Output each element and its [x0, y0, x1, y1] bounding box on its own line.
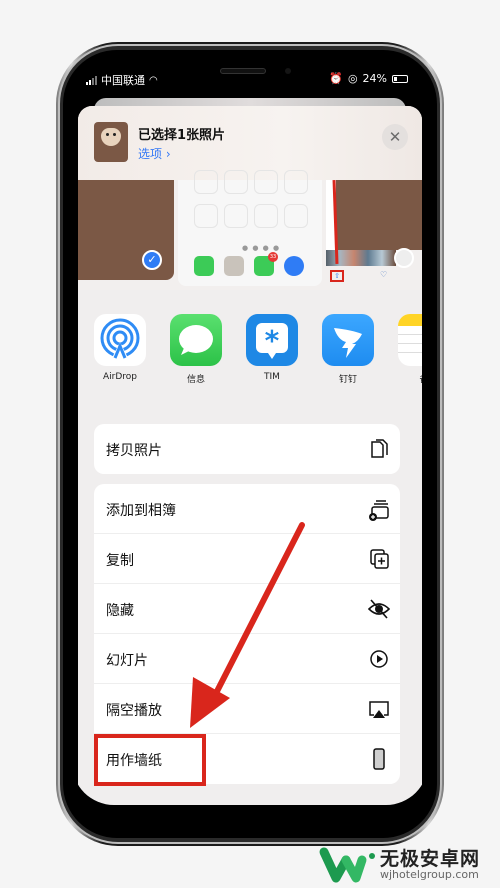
watermark-logo-icon [319, 847, 375, 883]
preview-homescreen-photo[interactable]: ● ● ● ● 33 [178, 170, 322, 286]
dingtalk-icon [322, 314, 374, 366]
watermark: 无极安卓网 wjhotelgroup.com [318, 838, 500, 888]
messages-icon [170, 314, 222, 366]
messages-badge: 33 [268, 252, 278, 262]
annotation-highlight-box [94, 734, 206, 786]
share-sheet: 已选择1张照片 选项 › ✕ ✓ ● ● ● ● 33 ⇧ ♡ AirDrop … [78, 106, 422, 805]
action-duplicate[interactable]: 复制 [94, 534, 400, 584]
action-label: 隔空播放 [106, 703, 162, 719]
tutorial-screenshot: 中国联通 ◠ ⏰ ◎ 24% 已选择1张照片 选项 › ✕ ✓ ● ● ● ● … [0, 0, 500, 888]
app-label: 信息 [186, 375, 205, 385]
action-slideshow[interactable]: 幻灯片 [94, 634, 400, 684]
share-icon[interactable]: ⇧ [330, 270, 344, 282]
notes-icon [398, 314, 422, 366]
front-camera [285, 68, 291, 74]
airplay-icon [369, 701, 389, 718]
share-app-tim[interactable]: * TIM [246, 314, 298, 382]
add-to-album-icon [369, 500, 389, 521]
heart-icon[interactable]: ♡ [380, 270, 387, 279]
action-airplay[interactable]: 隔空播放 [94, 684, 400, 734]
app-share-row: AirDrop 信息 * TIM 钉钉 [78, 302, 422, 402]
action-label: 复制 [106, 553, 134, 569]
hide-icon [368, 599, 390, 619]
carrier-label: 中国联通 [101, 74, 145, 87]
signal-icon [86, 75, 97, 85]
alarm-icon: ⏰ [329, 72, 343, 85]
contacts-app-icon [224, 256, 244, 276]
action-add-to-album[interactable]: 添加到相簿 [94, 484, 400, 534]
action-label: 添加到相簿 [106, 503, 176, 519]
share-app-dingtalk[interactable]: 钉钉 [322, 314, 374, 385]
selection-title: 已选择1张照片 [138, 128, 226, 143]
phone-app-icon [194, 256, 214, 276]
page-dots: ● ● ● ● [242, 244, 281, 252]
orientation-lock-icon: ◎ [347, 72, 358, 85]
action-hide[interactable]: 隐藏 [94, 584, 400, 634]
action-group-main: 添加到相簿 复制 隐藏 幻灯片 隔空播放 用作墙纸 [94, 484, 400, 786]
app-label: AirDrop [102, 372, 137, 382]
action-label: 幻灯片 [106, 653, 148, 669]
share-sheet-header: 已选择1张照片 选项 › ✕ [78, 106, 422, 180]
bear-icon [101, 128, 121, 146]
share-app-notes[interactable]: 备 [398, 314, 422, 385]
preview-photo-selected[interactable]: ✓ [78, 180, 174, 280]
close-button[interactable]: ✕ [382, 124, 408, 150]
messages-app-icon: 33 [254, 252, 278, 276]
watermark-name: 无极安卓网 [380, 848, 481, 870]
action-label: 拷贝照片 [106, 443, 162, 459]
tim-icon: * [246, 314, 298, 366]
wallpaper-icon [373, 748, 385, 770]
checkmark-icon: ✓ [142, 250, 162, 270]
phone-screen: 中国联通 ◠ ⏰ ◎ 24% 已选择1张照片 选项 › ✕ ✓ ● ● ● ● … [72, 60, 428, 805]
battery-icon [392, 74, 408, 83]
wifi-icon: ◠ [149, 74, 158, 86]
app-label: 钉钉 [338, 375, 357, 385]
browser-app-icon [284, 256, 304, 276]
slideshow-icon [370, 650, 388, 668]
selected-photo-thumbnail [94, 122, 128, 162]
photo-preview-strip[interactable]: ✓ ● ● ● ● 33 ⇧ ♡ [78, 170, 422, 290]
svg-text:*: * [265, 324, 280, 357]
action-copy-photo[interactable]: 拷贝照片 [94, 424, 400, 474]
speaker-grille [220, 68, 266, 74]
share-app-airdrop[interactable]: AirDrop [94, 314, 146, 382]
duplicate-icon [370, 549, 389, 569]
circle-indicator [394, 248, 414, 268]
battery-percent: 24% [362, 72, 387, 85]
preview-photo-next[interactable] [326, 180, 422, 250]
app-label: 备 [398, 372, 422, 385]
copy-photo-icon [371, 439, 388, 458]
share-app-messages[interactable]: 信息 [170, 314, 222, 385]
watermark-url: wjhotelgroup.com [380, 868, 479, 881]
options-link[interactable]: 选项 › [138, 145, 171, 162]
action-label: 隐藏 [106, 603, 134, 619]
app-label: TIM [264, 372, 280, 382]
airdrop-icon [94, 314, 146, 366]
action-use-as-wallpaper[interactable]: 用作墙纸 [94, 734, 400, 786]
action-group-copy: 拷贝照片 [94, 424, 400, 474]
status-bar: 中国联通 ◠ ⏰ ◎ 24% [72, 60, 428, 96]
